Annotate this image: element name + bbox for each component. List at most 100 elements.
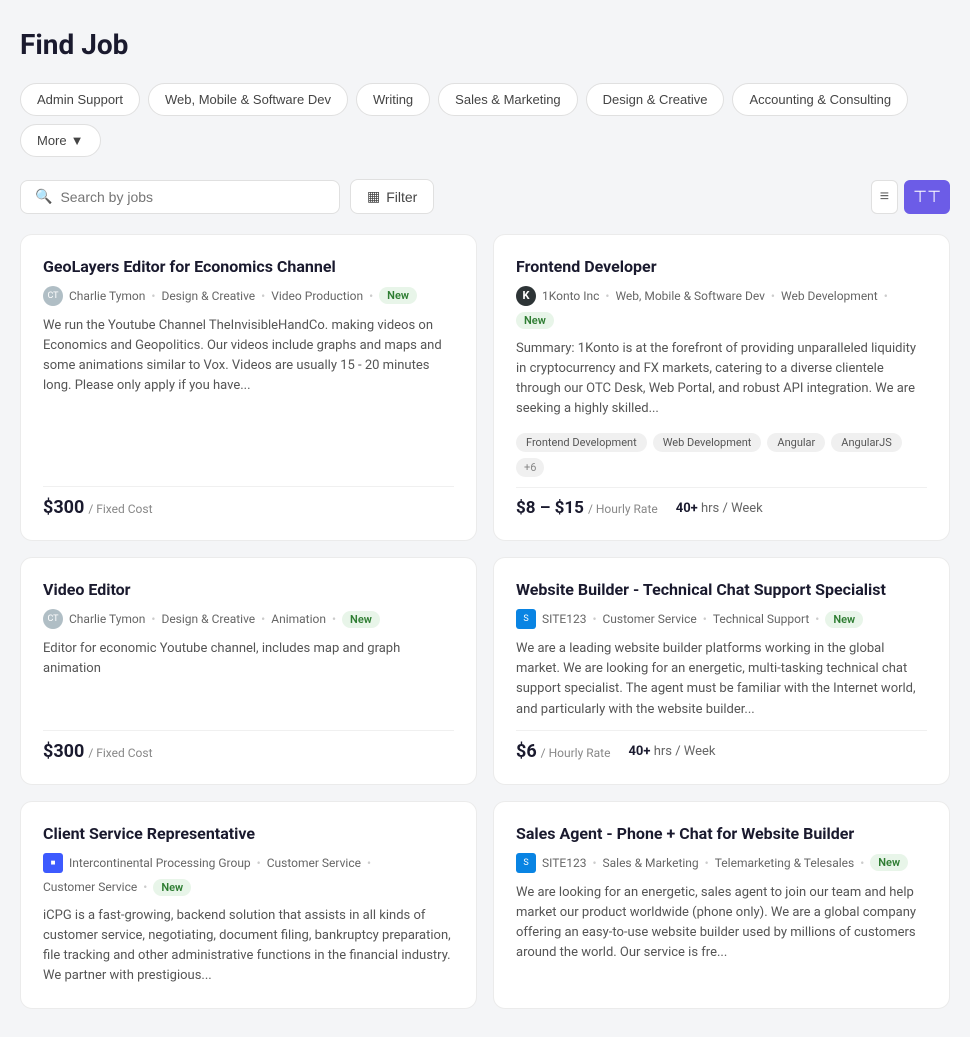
job-header-5: Client Service Representative ■ Intercon…	[43, 824, 454, 896]
job-title-5: Client Service Representative	[43, 824, 454, 845]
company-name-3: Charlie Tymon	[69, 612, 145, 626]
category-1b: Video Production	[271, 289, 363, 303]
avatar-2: K	[516, 286, 536, 306]
tag-webdev: Web Development	[653, 433, 762, 452]
filter-icon: ▦	[367, 188, 380, 205]
tab-sales-marketing[interactable]: Sales & Marketing	[438, 83, 578, 116]
tag-frontend: Frontend Development	[516, 433, 647, 452]
job-title-3: Video Editor	[43, 580, 454, 601]
job-description-3: Editor for economic Youtube channel, inc…	[43, 639, 454, 720]
job-header-3: Video Editor CT Charlie Tymon • Design &…	[43, 580, 454, 629]
view-toggle: ≡ ⊤⊤	[871, 180, 950, 214]
job-meta-1: CT Charlie Tymon • Design & Creative • V…	[43, 286, 454, 306]
search-input[interactable]	[60, 189, 325, 205]
tab-accounting-consulting[interactable]: Accounting & Consulting	[732, 83, 908, 116]
job-description-5: iCPG is a fast-growing, backend solution…	[43, 906, 454, 987]
tab-writing[interactable]: Writing	[356, 83, 430, 116]
search-box: 🔍	[20, 180, 340, 214]
category-4a: Customer Service	[603, 612, 697, 626]
page-container: Find Job Admin Support Web, Mobile & Sof…	[0, 0, 970, 1037]
job-hours-2: 40+ hrs / Week	[676, 501, 763, 516]
company-name-6: SITE123	[542, 856, 586, 870]
tag-more: +6	[516, 458, 544, 477]
job-price-3: $300/ Fixed Cost	[43, 741, 153, 762]
job-header-2: Frontend Developer K 1Konto Inc • Web, M…	[516, 257, 927, 329]
company-name-4: SITE123	[542, 612, 586, 626]
job-header-1: GeoLayers Editor for Economics Channel C…	[43, 257, 454, 306]
job-price-4: $6/ Hourly Rate	[516, 741, 610, 762]
job-description-2: Summary: 1Konto is at the forefront of p…	[516, 339, 927, 420]
tab-web-mobile[interactable]: Web, Mobile & Software Dev	[148, 83, 348, 116]
job-price-1: $300/ Fixed Cost	[43, 497, 153, 518]
job-card-1[interactable]: GeoLayers Editor for Economics Channel C…	[20, 234, 477, 541]
category-5a: Customer Service	[267, 856, 361, 870]
category-2a: Web, Mobile & Software Dev	[615, 289, 764, 303]
job-price-2: $8 – $15/ Hourly Rate	[516, 498, 658, 518]
tag-angularjs: AngularJS	[831, 433, 901, 452]
filter-label: Filter	[386, 189, 417, 205]
category-5b: Customer Service	[43, 880, 137, 894]
job-meta-2: K 1Konto Inc • Web, Mobile & Software De…	[516, 286, 927, 329]
category-3a: Design & Creative	[161, 612, 255, 626]
job-tags-2: Frontend Development Web Development Ang…	[516, 433, 927, 477]
job-footer-3: $300/ Fixed Cost	[43, 730, 454, 762]
search-filter-row: 🔍 ▦ Filter ≡ ⊤⊤	[20, 179, 950, 214]
company-name-5: Intercontinental Processing Group	[69, 856, 251, 870]
tab-admin-support[interactable]: Admin Support	[20, 83, 140, 116]
badge-new-1: New	[379, 287, 417, 304]
job-meta-6: S SITE123 • Sales & Marketing • Telemark…	[516, 853, 927, 873]
jobs-grid: GeoLayers Editor for Economics Channel C…	[20, 234, 950, 1009]
search-filter-left: 🔍 ▦ Filter	[20, 179, 434, 214]
filter-button[interactable]: ▦ Filter	[350, 179, 434, 214]
job-header-6: Sales Agent - Phone + Chat for Website B…	[516, 824, 927, 873]
list-icon: ≡	[880, 188, 889, 206]
job-meta-5: ■ Intercontinental Processing Group • Cu…	[43, 853, 454, 896]
job-title-2: Frontend Developer	[516, 257, 927, 278]
job-card-6[interactable]: Sales Agent - Phone + Chat for Website B…	[493, 801, 950, 1009]
job-card-2[interactable]: Frontend Developer K 1Konto Inc • Web, M…	[493, 234, 950, 541]
grid-icon: ⊤⊤	[913, 187, 941, 207]
category-4b: Technical Support	[713, 612, 809, 626]
job-footer-1: $300/ Fixed Cost	[43, 486, 454, 518]
chevron-down-icon: ▼	[71, 133, 84, 148]
company-name-2: 1Konto Inc	[542, 289, 599, 303]
badge-new-5: New	[153, 879, 191, 896]
avatar-4: S	[516, 609, 536, 629]
job-card-3[interactable]: Video Editor CT Charlie Tymon • Design &…	[20, 557, 477, 784]
list-view-button[interactable]: ≡	[871, 180, 898, 214]
page-title: Find Job	[20, 28, 950, 61]
tab-design-creative[interactable]: Design & Creative	[586, 83, 725, 116]
tab-more[interactable]: More ▼	[20, 124, 101, 157]
badge-new-4: New	[825, 611, 863, 628]
category-6b: Telemarketing & Telesales	[715, 856, 854, 870]
job-description-4: We are a leading website builder platfor…	[516, 639, 927, 720]
job-meta-3: CT Charlie Tymon • Design & Creative • A…	[43, 609, 454, 629]
grid-view-button[interactable]: ⊤⊤	[904, 180, 950, 214]
category-tabs: Admin Support Web, Mobile & Software Dev…	[20, 83, 950, 157]
avatar-3: CT	[43, 609, 63, 629]
category-1a: Design & Creative	[161, 289, 255, 303]
avatar-5: ■	[43, 853, 63, 873]
category-2b: Web Development	[781, 289, 878, 303]
job-description-6: We are looking for an energetic, sales a…	[516, 883, 927, 987]
job-meta-4: S SITE123 • Customer Service • Technical…	[516, 609, 927, 629]
job-title-6: Sales Agent - Phone + Chat for Website B…	[516, 824, 927, 845]
job-hours-4: 40+ hrs / Week	[628, 744, 715, 759]
job-title-4: Website Builder - Technical Chat Support…	[516, 580, 927, 601]
company-name-1: Charlie Tymon	[69, 289, 145, 303]
job-header-4: Website Builder - Technical Chat Support…	[516, 580, 927, 629]
avatar-1: CT	[43, 286, 63, 306]
badge-new-3: New	[342, 611, 380, 628]
job-description-1: We run the Youtube Channel TheInvisibleH…	[43, 316, 454, 477]
avatar-6: S	[516, 853, 536, 873]
search-icon: 🔍	[35, 189, 52, 205]
job-card-4[interactable]: Website Builder - Technical Chat Support…	[493, 557, 950, 784]
badge-new-6: New	[870, 854, 908, 871]
category-3b: Animation	[271, 612, 326, 626]
job-footer-4: $6/ Hourly Rate 40+ hrs / Week	[516, 730, 927, 762]
job-title-1: GeoLayers Editor for Economics Channel	[43, 257, 454, 278]
category-6a: Sales & Marketing	[603, 856, 699, 870]
job-card-5[interactable]: Client Service Representative ■ Intercon…	[20, 801, 477, 1009]
job-footer-2: $8 – $15/ Hourly Rate 40+ hrs / Week	[516, 487, 927, 518]
badge-new-2: New	[516, 312, 554, 329]
